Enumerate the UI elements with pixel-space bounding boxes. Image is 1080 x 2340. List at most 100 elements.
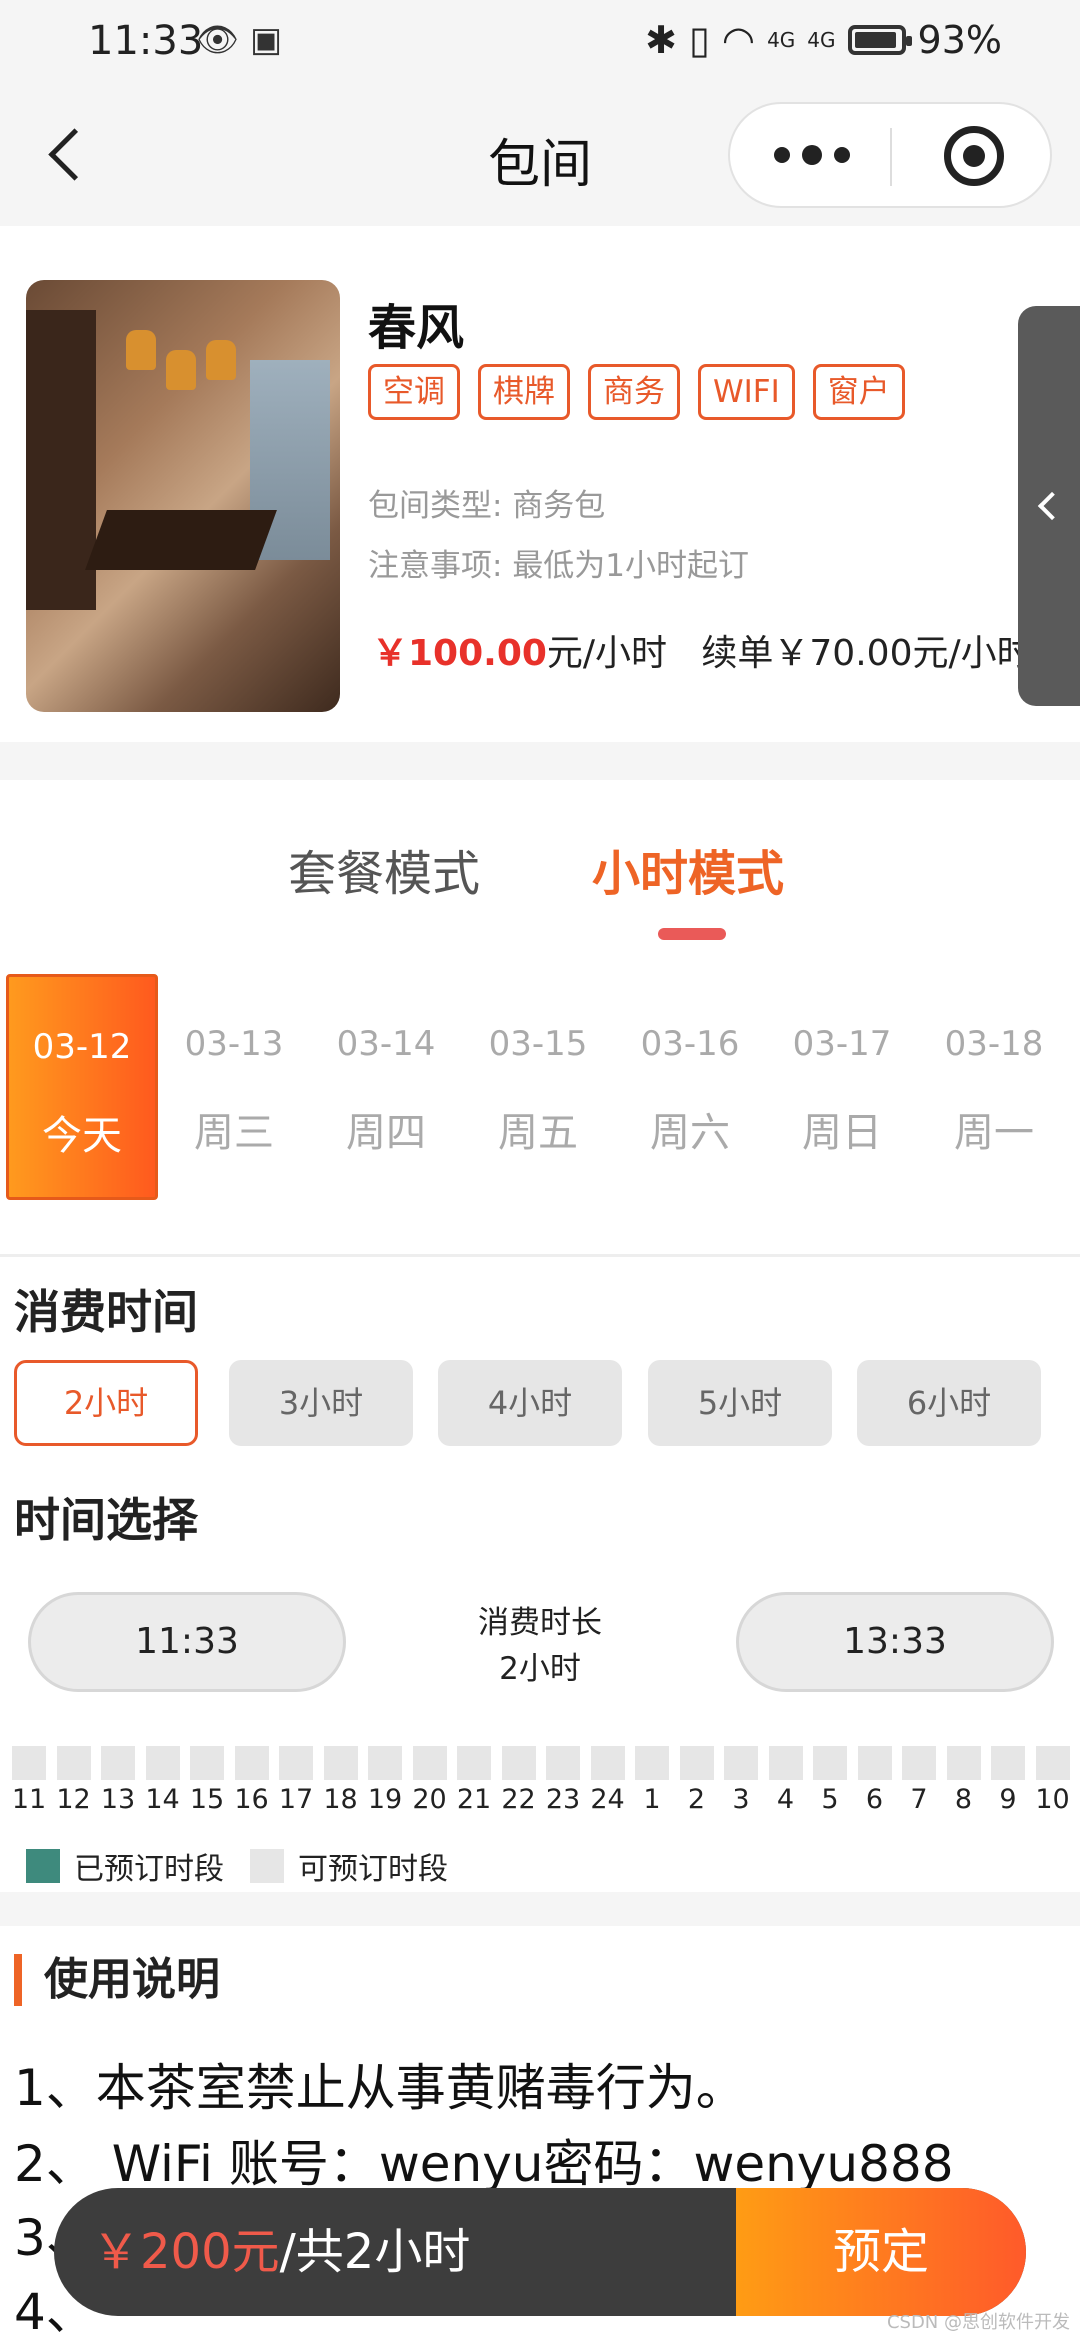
divider bbox=[0, 1254, 1080, 1257]
timeline-slot[interactable] bbox=[991, 1746, 1025, 1780]
battery-percent: 93% bbox=[917, 18, 1002, 62]
timeline-slot[interactable] bbox=[679, 1746, 714, 1780]
timeline-hour-label: 13 bbox=[100, 1784, 136, 1815]
timeline-slot[interactable] bbox=[857, 1746, 892, 1780]
time-select-title: 时间选择 bbox=[14, 1493, 198, 1547]
timeline-hour-label: 22 bbox=[501, 1784, 536, 1815]
room-tag: 窗户 bbox=[812, 364, 905, 420]
timeline-hour-label: 15 bbox=[189, 1784, 225, 1815]
date-item-0316[interactable]: 03-16 周六 bbox=[614, 974, 766, 1200]
total-amount: ￥200元 bbox=[92, 2224, 280, 2280]
date-item-0313[interactable]: 03-13 周三 bbox=[158, 974, 310, 1200]
timeline-hour-label: 23 bbox=[545, 1784, 581, 1815]
timeline-slot[interactable] bbox=[946, 1746, 981, 1780]
timeline-slot[interactable] bbox=[902, 1746, 936, 1780]
signal-icon: 4G bbox=[807, 28, 836, 52]
room-type-label: 包间类型: bbox=[368, 488, 503, 524]
side-drawer-handle[interactable] bbox=[1018, 306, 1080, 706]
timeline-slot[interactable] bbox=[234, 1746, 269, 1780]
room-name: 春风 bbox=[368, 300, 465, 356]
date-label: 03-13 bbox=[184, 1024, 284, 1064]
booking-bar: ￥200元/共2小时 预定 bbox=[54, 2188, 1026, 2316]
timeline-hour-label: 6 bbox=[865, 1784, 884, 1815]
timeline-slot[interactable] bbox=[546, 1746, 580, 1780]
date-label: 03-14 bbox=[336, 1024, 436, 1064]
timeline-slot[interactable] bbox=[1035, 1746, 1070, 1780]
duration-value: 2小时 bbox=[499, 1651, 581, 1687]
weekday-label: 今天 bbox=[42, 1113, 122, 1159]
renew-price: 续单￥70.00元/小时 bbox=[701, 633, 1033, 674]
usage-line: 2、 WiFi 账号：wenyu密码：wenyu888 bbox=[14, 2135, 954, 2193]
timeline-slot[interactable] bbox=[590, 1746, 625, 1780]
date-item-0314[interactable]: 03-14 周四 bbox=[310, 974, 462, 1200]
room-notes-label: 注意事项: bbox=[368, 548, 503, 584]
date-selector: 03-12 今天 03-13 周三 03-14 周四 03-15 周五 03-1… bbox=[0, 974, 1080, 1200]
weekday-label: 周四 bbox=[346, 1110, 426, 1156]
timeline-slot[interactable] bbox=[457, 1746, 491, 1780]
timeline-slot[interactable] bbox=[145, 1746, 180, 1780]
timeline-slot[interactable] bbox=[190, 1746, 224, 1780]
room-tag: 空调 bbox=[368, 364, 460, 420]
timeline-hour-label: 1 bbox=[643, 1784, 661, 1815]
tab-package-mode[interactable]: 套餐模式 bbox=[288, 834, 480, 904]
timeline-hour-label: 11 bbox=[11, 1784, 47, 1815]
timeline-hour-label: 19 bbox=[367, 1784, 403, 1815]
duration-option-4h[interactable]: 4小时 bbox=[438, 1360, 622, 1446]
date-item-0317[interactable]: 03-17 周日 bbox=[766, 974, 918, 1200]
room-notes-value: 最低为1小时起订 bbox=[512, 548, 750, 584]
timeline-slot[interactable] bbox=[368, 1746, 402, 1780]
target-icon[interactable] bbox=[944, 126, 1004, 186]
room-type-value: 商务包 bbox=[512, 488, 606, 524]
capsule-menu bbox=[728, 102, 1052, 208]
duration-display: 消费时长 2小时 bbox=[380, 1600, 700, 1692]
room-tags: 空调 棋牌 商务 WIFI 窗户 bbox=[368, 364, 905, 420]
timeline-hour-label: 20 bbox=[412, 1784, 447, 1815]
timeline-slot[interactable] bbox=[279, 1746, 313, 1780]
timeline-slot[interactable] bbox=[724, 1746, 758, 1780]
duration-option-2h[interactable]: 2小时 bbox=[14, 1360, 198, 1446]
timeline-slot[interactable] bbox=[768, 1746, 803, 1780]
timeline-slot[interactable] bbox=[12, 1746, 46, 1780]
room-card: 春风 空调 棋牌 商务 WIFI 窗户 包间类型: 商务包 注意事项: 最低为1… bbox=[0, 226, 1080, 742]
room-type: 包间类型: 商务包 bbox=[368, 480, 605, 525]
date-item-0318[interactable]: 03-18 周一 bbox=[918, 974, 1070, 1200]
timeline-hour-label: 4 bbox=[776, 1784, 795, 1815]
duration-label: 消费时长 bbox=[478, 1605, 602, 1641]
end-time-button[interactable]: 13:33 bbox=[736, 1592, 1054, 1692]
duration-options: 2小时 3小时 4小时 5小时 6小时 bbox=[14, 1360, 1054, 1446]
timeline-slot[interactable] bbox=[56, 1746, 91, 1780]
book-button[interactable]: 预定 bbox=[736, 2188, 1026, 2316]
timeline-slot[interactable] bbox=[323, 1746, 358, 1780]
room-photo bbox=[26, 280, 340, 712]
more-icon[interactable] bbox=[774, 142, 864, 172]
timeline-slot[interactable] bbox=[501, 1746, 536, 1780]
timeline-hour-label: 9 bbox=[999, 1784, 1017, 1815]
timeline-slot[interactable] bbox=[635, 1746, 669, 1780]
room-price: ￥100.00元/小时 续单￥70.00元/小时 bbox=[372, 624, 1033, 676]
timeline-hour-label: 3 bbox=[732, 1784, 750, 1815]
timeline-hour-label: 7 bbox=[910, 1784, 928, 1815]
battery-icon bbox=[847, 25, 912, 55]
wifi-icon: ◠ bbox=[721, 18, 756, 62]
duration-option-3h[interactable]: 3小时 bbox=[229, 1360, 413, 1446]
date-item-0312[interactable]: 03-12 今天 bbox=[6, 974, 158, 1200]
timeline-slot[interactable] bbox=[412, 1746, 447, 1780]
date-item-0315[interactable]: 03-15 周五 bbox=[462, 974, 614, 1200]
weekday-label: 周五 bbox=[498, 1110, 578, 1156]
status-time: 11:33 bbox=[88, 18, 204, 64]
timeline-slot[interactable] bbox=[813, 1746, 847, 1780]
room-tag: 商务 bbox=[588, 364, 680, 420]
price-unit: 元/小时 bbox=[546, 633, 668, 674]
timeline-hour-label: 14 bbox=[145, 1784, 180, 1815]
timeline-slot[interactable] bbox=[101, 1746, 135, 1780]
legend-booked-swatch bbox=[26, 1849, 60, 1883]
hourly-price: ￥100.00 bbox=[372, 633, 547, 674]
duration-option-5h[interactable]: 5小时 bbox=[648, 1360, 832, 1446]
timeline-legend: 已预订时段 可预订时段 bbox=[26, 1846, 448, 1887]
date-label: 03-15 bbox=[488, 1024, 588, 1064]
status-icons: ✱ ▯ ◠ 4G 4G 93% bbox=[645, 18, 1002, 62]
start-time-button[interactable]: 11:33 bbox=[28, 1592, 346, 1692]
tab-hourly-mode[interactable]: 小时模式 bbox=[592, 834, 784, 904]
room-tag: WIFI bbox=[698, 364, 795, 420]
duration-option-6h[interactable]: 6小时 bbox=[857, 1360, 1041, 1446]
